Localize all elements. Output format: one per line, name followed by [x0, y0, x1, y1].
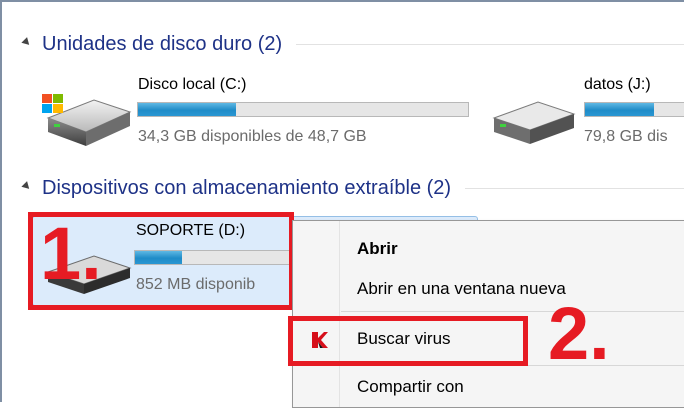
capacity-fill	[585, 103, 654, 116]
menu-item-open-new-window[interactable]: Abrir en una ventana nueva	[357, 279, 566, 299]
annotation-box-2	[288, 316, 528, 366]
menu-item-share[interactable]: Compartir con	[357, 377, 464, 397]
drive-j[interactable]: datos (J:) 79,8 GB dis	[490, 74, 684, 158]
menu-separator	[341, 311, 684, 312]
menu-icon-gutter	[339, 221, 340, 407]
group-divider	[465, 187, 684, 189]
capacity-fill	[138, 103, 236, 116]
drive-name: Disco local (C:)	[138, 76, 247, 93]
context-menu: Abrir Abrir en una ventana nueva Buscar …	[292, 220, 684, 408]
collapse-triangle-icon[interactable]	[21, 180, 33, 192]
free-space-text: 34,3 GB disponibles de 48,7 GB	[138, 128, 367, 145]
group-divider	[296, 43, 684, 45]
annotation-step-2: 2.	[548, 292, 610, 375]
group-title: Dispositivos con almacenamiento extraíbl…	[42, 176, 452, 199]
menu-item-open[interactable]: Abrir	[357, 239, 398, 259]
hdd-icon	[492, 101, 576, 144]
drive-name: datos (J:)	[584, 76, 651, 93]
windows-hdd-icon	[42, 94, 132, 146]
group-header-hard-disks[interactable]: Unidades de disco duro (2)	[21, 30, 684, 58]
free-space-text: 79,8 GB dis	[584, 128, 668, 145]
capacity-bar	[584, 102, 684, 117]
collapse-triangle-icon[interactable]	[21, 36, 33, 48]
drive-c[interactable]: Disco local (C:) 34,3 GB disponibles de …	[36, 74, 476, 158]
capacity-bar	[137, 102, 469, 117]
group-header-removable[interactable]: Dispositivos con almacenamiento extraíbl…	[21, 174, 684, 202]
explorer-content-pane: Unidades de disco duro (2) Disco local (…	[0, 0, 684, 408]
annotation-step-1: 1.	[40, 212, 102, 295]
group-title: Unidades de disco duro (2)	[42, 32, 283, 55]
